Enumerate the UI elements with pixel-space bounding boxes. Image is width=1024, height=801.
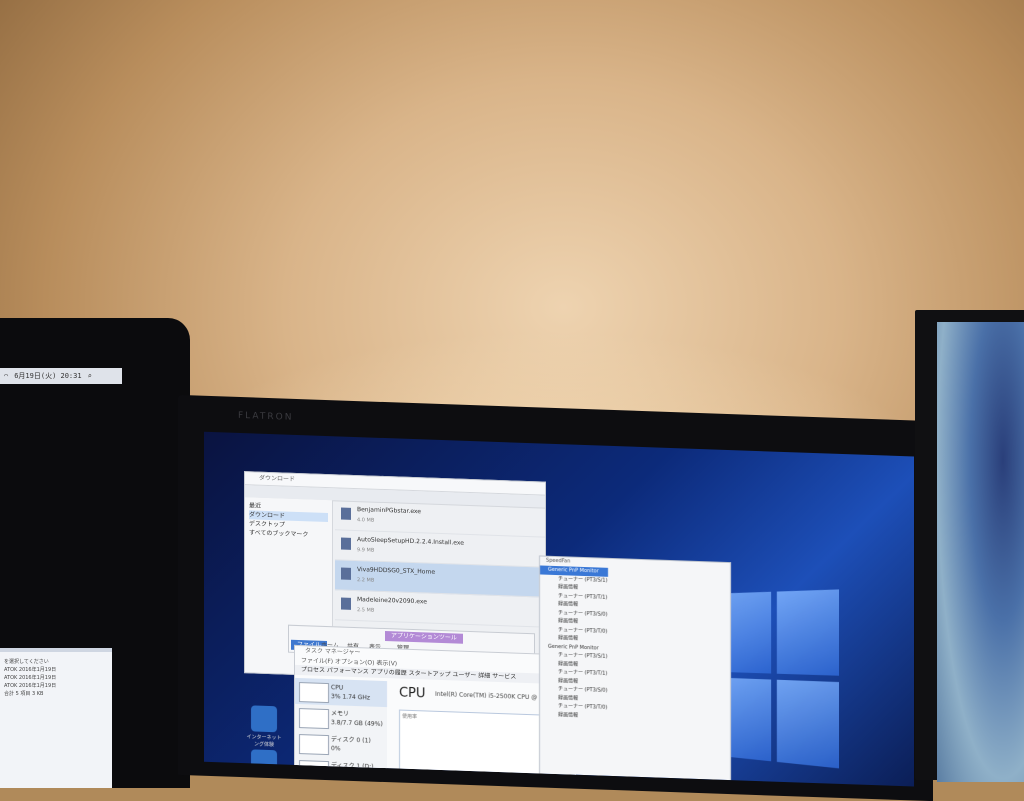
perf-item-disk1[interactable]: ディスク 1 (D:) xyxy=(295,756,387,785)
wifi-icon: ◠ xyxy=(4,372,9,380)
perf-item-memory[interactable]: メモリ 3.8/7.7 GB (49%) xyxy=(295,704,387,733)
menubar: ◠ 6月19日(火) 20:31 ⌕ xyxy=(0,368,122,384)
perf-item-cpu[interactable]: CPU 3% 1.74 GHz xyxy=(295,677,387,708)
perf-item-detail: 3.8/7.7 GB (49%) xyxy=(331,719,383,728)
right-monitor xyxy=(915,310,1024,782)
internet-icon[interactable] xyxy=(251,705,277,733)
perf-item-detail: 3% 1.74 GHz xyxy=(331,693,371,702)
right-monitor-screen xyxy=(937,322,1024,782)
search-icon[interactable]: ⌕ xyxy=(88,372,92,380)
perf-item-detail: 0% xyxy=(331,745,341,753)
perf-sidebar: CPU 3% 1.74 GHz メモリ 3.8/7.7 GB (49%) ディス… xyxy=(295,677,387,780)
perf-item-disk0[interactable]: ディスク 0 (1) 0% xyxy=(295,730,387,759)
left-monitor: ◠ 6月19日(火) 20:31 ⌕ を選択してください ATOK 2016年1… xyxy=(0,318,190,788)
graph-label: 使用率 xyxy=(402,713,418,721)
perf-item-label: ディスク 1 (D:) xyxy=(331,762,374,771)
dialog-line: ATOK 2016年1月19日 xyxy=(4,683,57,689)
windows-logo-icon xyxy=(715,589,840,769)
center-monitor: FLATRON ダウンロード 最近 ダウンロード デスクトップ すべてのブックマ… xyxy=(178,394,933,801)
desktop-icons: インターネット ング体験 xyxy=(246,703,282,777)
dialog-line: を選択してください xyxy=(4,659,49,665)
cpu-heading: CPU xyxy=(399,685,426,702)
dialog-line: ATOK 2016年1月19日 xyxy=(4,667,57,673)
menubar-clock: 6月19日(火) 20:31 xyxy=(14,372,82,380)
speedfan-window: SpeedFan Generic PnP Monitor チューナー (PT3/S… xyxy=(539,555,731,787)
file-row[interactable]: Madeleine20v2090.exe 2.5 MB xyxy=(335,590,545,628)
dialog-line: ATOK 2016年1月19日 xyxy=(4,675,57,681)
desktop-screen: ダウンロード 最近 ダウンロード デスクトップ すべてのブックマーク Benja… xyxy=(204,431,914,787)
speedfan-tree: Generic PnP Monitor チューナー (PT3/S/1) 録画情報 チュ… xyxy=(540,565,730,725)
task-manager-window: タスク マネージャー ファイル(F) オプション(O) 表示(V) プロセス パ… xyxy=(294,644,576,787)
dropbox-icon[interactable] xyxy=(251,749,277,777)
dialog-status: 合計 5 項目 3 KB xyxy=(4,691,44,697)
monitor-brand: FLATRON xyxy=(238,410,294,423)
nav-item[interactable]: すべてのブックマーク xyxy=(249,528,328,540)
cpu-graph: 使用率 xyxy=(399,709,561,787)
desktop-icon-label: インターネット ング体験 xyxy=(246,734,282,749)
finder-dialog: を選択してください ATOK 2016年1月19日 ATOK 2016年1月19… xyxy=(0,648,112,788)
contextual-tab[interactable]: アプリケーションツール xyxy=(385,631,463,644)
